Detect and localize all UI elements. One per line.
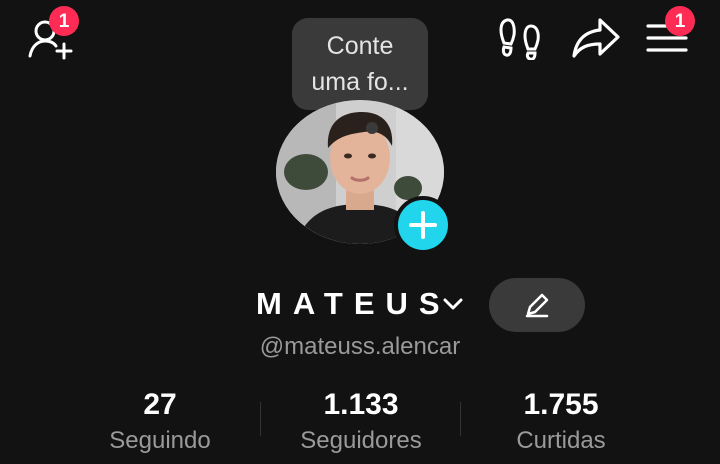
likes-label: Curtidas bbox=[516, 427, 606, 454]
notification-badge: 1 bbox=[49, 6, 79, 36]
switch-account-button[interactable] bbox=[440, 294, 466, 314]
share-button[interactable] bbox=[570, 16, 622, 60]
menu-notification-badge: 1 bbox=[665, 6, 695, 36]
followers-stat[interactable]: 1.133 Seguidores bbox=[261, 388, 461, 458]
following-label: Seguindo bbox=[109, 427, 211, 454]
plus-icon bbox=[409, 211, 437, 239]
footprints-icon bbox=[499, 18, 540, 60]
likes-count: 1.755 bbox=[523, 388, 599, 421]
username-text: @mateuss.alencar bbox=[259, 333, 461, 360]
tooltip-line-2: uma fo... bbox=[311, 68, 409, 96]
chevron-down-icon bbox=[443, 298, 463, 310]
likes-stat[interactable]: 1.755 Curtidas bbox=[461, 388, 661, 458]
followers-count: 1.133 bbox=[323, 388, 399, 421]
tooltip-line-1: Conte bbox=[326, 32, 394, 60]
display-name: MATEUS bbox=[256, 286, 451, 321]
username: @mateuss.alencar bbox=[0, 332, 720, 362]
pencil-icon bbox=[525, 293, 549, 318]
edit-profile-button[interactable] bbox=[489, 278, 585, 332]
following-stat[interactable]: 27 Seguindo bbox=[60, 388, 260, 458]
share-icon bbox=[572, 18, 620, 58]
followers-label: Seguidores bbox=[300, 427, 422, 454]
following-count: 27 bbox=[143, 388, 177, 421]
profile-views-button[interactable] bbox=[498, 16, 542, 60]
add-story-button[interactable] bbox=[394, 196, 452, 254]
story-tooltip[interactable]: Conte uma fo... bbox=[292, 18, 428, 110]
